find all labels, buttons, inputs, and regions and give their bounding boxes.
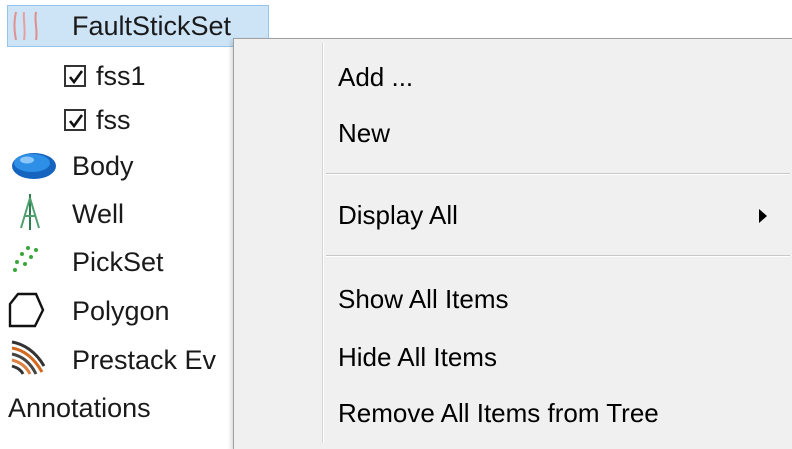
pickset-icon [13, 246, 38, 272]
tree-item-prestack-events[interactable]: Prestack Ev [72, 338, 216, 382]
tree-item-polygon[interactable]: Polygon [72, 289, 170, 333]
well-icon [20, 194, 40, 230]
tree-item-label: Annotations [8, 393, 151, 423]
tree-item-body[interactable]: Body [72, 144, 134, 188]
menu-item-remove-all-items[interactable]: Remove All Items from Tree [338, 391, 659, 435]
prestack-events-icon [11, 340, 46, 375]
tree-item-label: Well [72, 199, 125, 229]
tree-item-annotations[interactable]: Annotations [8, 386, 151, 430]
tree-item-pickset[interactable]: PickSet [72, 240, 164, 284]
menu-item-add[interactable]: Add ... [338, 55, 413, 99]
tree-item-label: fss [96, 105, 131, 135]
menu-separator [326, 173, 790, 175]
fss1-checkbox[interactable] [64, 65, 86, 87]
menu-item-new[interactable]: New [338, 111, 390, 155]
tree-item-label: Polygon [72, 296, 170, 326]
body-icon [12, 153, 56, 179]
fss-checkbox[interactable] [64, 109, 86, 131]
menu-separator [326, 255, 790, 257]
tree-item-label: fss1 [96, 61, 146, 91]
fault-stick-set-icon [13, 11, 38, 41]
tree-item-fss[interactable]: fss [96, 98, 131, 142]
tree-item-faultstickset[interactable]: FaultStickSet [72, 4, 231, 48]
menu-gutter-highlight [323, 43, 324, 443]
context-menu: Add ... New Display All Show All Items H… [233, 38, 792, 449]
submenu-arrow-icon [759, 209, 767, 223]
tree-item-fss1[interactable]: fss1 [96, 54, 146, 98]
tree-item-label: PickSet [72, 247, 164, 277]
polygon-icon [8, 292, 45, 328]
menu-item-show-all-items[interactable]: Show All Items [338, 277, 509, 321]
tree-item-label: Body [72, 151, 134, 181]
tree-item-well[interactable]: Well [72, 192, 124, 236]
menu-item-hide-all-items[interactable]: Hide All Items [338, 335, 497, 379]
menu-item-display-all[interactable]: Display All [338, 193, 458, 237]
tree-item-label: Prestack Ev [72, 345, 217, 375]
tree-item-label: FaultStickSet [72, 11, 232, 41]
